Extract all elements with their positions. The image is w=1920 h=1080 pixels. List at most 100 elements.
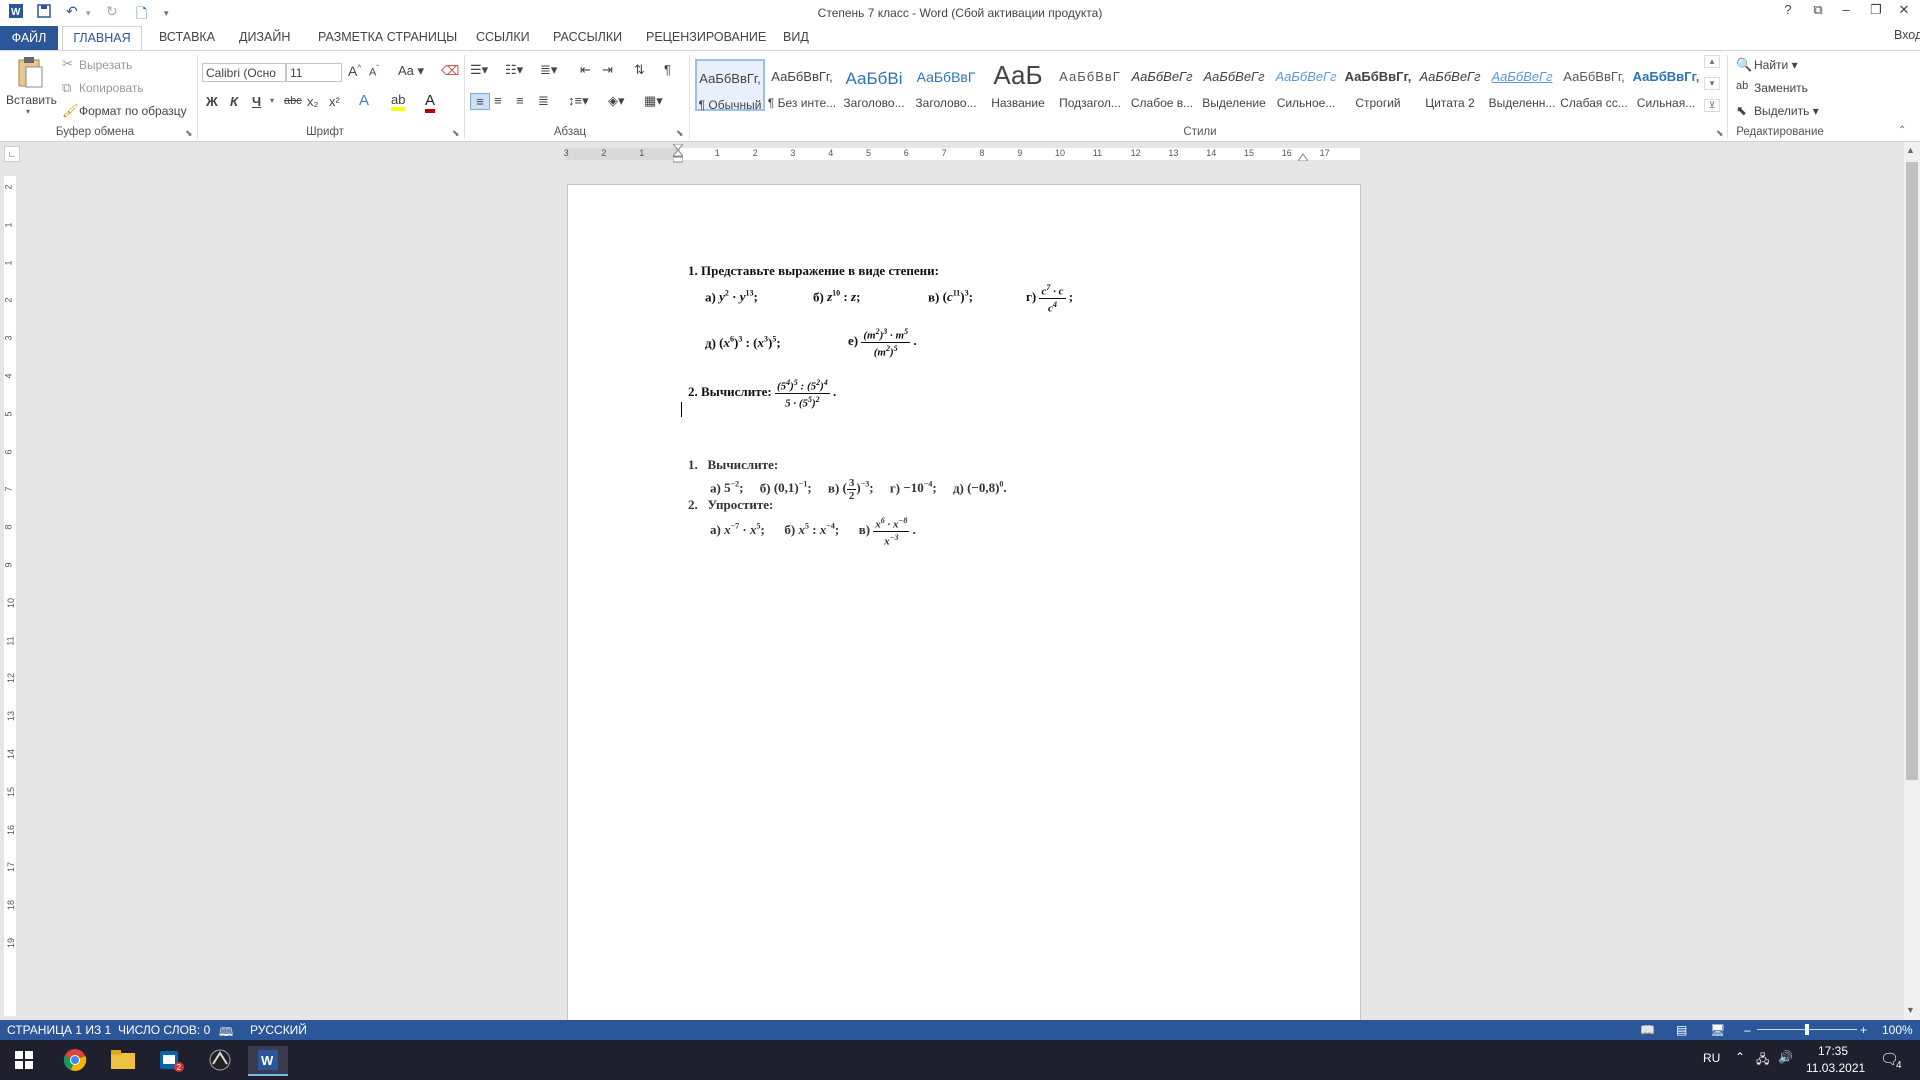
tab-layout[interactable]: РАЗМЕТКА СТРАНИЦЫ bbox=[316, 30, 459, 44]
tab-review[interactable]: РЕЦЕНЗИРОВАНИЕ bbox=[644, 30, 768, 44]
collapse-ribbon-icon[interactable]: ⌃ bbox=[1898, 125, 1906, 136]
chrome-icon[interactable] bbox=[55, 1046, 95, 1074]
underline-button[interactable]: Ч bbox=[252, 94, 261, 109]
bold-button[interactable]: Ж bbox=[206, 94, 218, 109]
zoom-slider-thumb[interactable] bbox=[1805, 1024, 1809, 1035]
style-item[interactable]: АаБбВвГг, ¶ Без инте... bbox=[767, 59, 837, 111]
volume-icon[interactable]: 🔊 bbox=[1778, 1050, 1793, 1064]
style-item[interactable]: АаБбВвГ Подзагол... bbox=[1055, 59, 1125, 111]
vertical-ruler[interactable]: 2 1 1 2 3 4 5 6 7 8 9 10 11 12 13 14 15 16 17 18 19 bbox=[4, 176, 16, 1016]
tab-file[interactable]: ФАЙЛ bbox=[0, 26, 58, 50]
scroll-up-icon[interactable]: ▲ bbox=[1906, 145, 1915, 155]
shrink-font-icon[interactable]: Aˇ bbox=[369, 64, 379, 79]
paragraph-launcher-icon[interactable]: ⬊ bbox=[676, 128, 684, 139]
style-item[interactable]: АаБбВвГг, Строгий bbox=[1343, 59, 1413, 111]
align-left-icon[interactable]: ≡ bbox=[470, 93, 490, 110]
sign-in-link[interactable]: Вход bbox=[1892, 28, 1920, 42]
copy-button[interactable]: Копировать bbox=[79, 81, 144, 95]
bullets-icon[interactable]: ☰▾ bbox=[470, 62, 488, 78]
subscript-button[interactable]: x₂ bbox=[307, 94, 319, 109]
style-item[interactable]: АаБбВі Заголово... bbox=[839, 59, 909, 111]
scrollbar-thumb[interactable] bbox=[1906, 162, 1918, 780]
zoom-in-icon[interactable]: + bbox=[1860, 1023, 1867, 1037]
multilevel-list-icon[interactable]: ≣▾ bbox=[540, 62, 557, 78]
style-item[interactable]: АаБбВеГг Слабое в... bbox=[1127, 59, 1197, 111]
shading-icon[interactable]: ◈▾ bbox=[608, 93, 625, 109]
italic-button[interactable]: К bbox=[230, 94, 238, 109]
borders-icon[interactable]: ▦▾ bbox=[644, 93, 663, 109]
word-count[interactable]: ЧИСЛО СЛОВ: 0 bbox=[118, 1023, 210, 1037]
style-item[interactable]: АаБбВеГг Сильное... bbox=[1271, 59, 1341, 111]
clock-date[interactable]: 11.03.2021 bbox=[1806, 1061, 1865, 1075]
language[interactable]: РУССКИЙ bbox=[250, 1023, 307, 1037]
outlook-app-icon[interactable]: 2 bbox=[151, 1046, 191, 1074]
tab-mailings[interactable]: РАССЫЛКИ bbox=[551, 30, 624, 44]
input-language[interactable]: RU bbox=[1703, 1051, 1720, 1065]
change-case-icon[interactable]: Aa ▾ bbox=[398, 63, 424, 79]
tab-home[interactable]: ГЛАВНАЯ bbox=[62, 26, 142, 50]
select-icon[interactable]: ⬉ bbox=[1736, 103, 1747, 119]
superscript-button[interactable]: x² bbox=[329, 94, 340, 109]
right-indent-marker-icon[interactable] bbox=[1297, 150, 1309, 162]
copy-icon[interactable]: ⧉ bbox=[62, 80, 71, 96]
decrease-indent-icon[interactable]: ⇤ bbox=[580, 62, 591, 78]
style-item[interactable]: АаБбВеГг Выделенн... bbox=[1487, 59, 1557, 111]
paste-button[interactable]: Вставить bbox=[6, 93, 57, 107]
font-name-combo[interactable]: Calibri (Осно bbox=[202, 63, 286, 82]
replace-button[interactable]: Заменить bbox=[1754, 81, 1808, 95]
underline-dropdown-icon[interactable]: ▾ bbox=[270, 96, 274, 105]
indent-marker-icon[interactable] bbox=[671, 143, 685, 164]
grow-font-icon[interactable]: A^ bbox=[348, 63, 361, 79]
zoom-out-icon[interactable]: – bbox=[1744, 1023, 1751, 1037]
clock-time[interactable]: 17:35 bbox=[1818, 1044, 1848, 1058]
font-size-combo[interactable]: 11 bbox=[286, 63, 342, 82]
document-page[interactable]: 1. Представьте выражение в виде степени:… bbox=[567, 184, 1361, 1022]
network-icon[interactable]: 🖧 bbox=[1756, 1050, 1769, 1071]
print-layout-icon[interactable]: ▤ bbox=[1676, 1023, 1687, 1037]
increase-indent-icon[interactable]: ⇥ bbox=[602, 62, 613, 78]
minimize-button[interactable]: – bbox=[1832, 2, 1860, 17]
restore-button[interactable]: ❐ bbox=[1862, 2, 1890, 18]
font-color-icon[interactable]: A bbox=[425, 92, 436, 113]
zoom-level[interactable]: 100% bbox=[1882, 1023, 1913, 1037]
text-effects-icon[interactable]: A bbox=[359, 92, 369, 109]
numbering-icon[interactable]: ☷▾ bbox=[505, 62, 523, 78]
format-painter-icon[interactable]: 🖌 bbox=[62, 103, 79, 119]
clipboard-paste-icon[interactable] bbox=[12, 55, 46, 89]
style-item[interactable]: АаБбВвГг, Сильная... bbox=[1631, 59, 1701, 111]
paste-dropdown-icon[interactable]: ▾ bbox=[26, 107, 30, 116]
style-item[interactable]: АаБбВеГг Цитата 2 bbox=[1415, 59, 1485, 111]
tab-view[interactable]: ВИД bbox=[781, 30, 811, 44]
format-painter-button[interactable]: Формат по образцу bbox=[79, 104, 187, 118]
style-item[interactable]: АаБбВеГг Выделение bbox=[1199, 59, 1269, 111]
style-item[interactable]: АаБ Название bbox=[983, 59, 1053, 111]
style-item[interactable]: АаБбВвГ Заголово... bbox=[911, 59, 981, 111]
start-windows-icon[interactable] bbox=[4, 1046, 44, 1074]
tab-selector-icon[interactable]: ∟ bbox=[4, 146, 20, 162]
style-item[interactable]: АаБбВвГг, Слабая сс... bbox=[1559, 59, 1629, 111]
select-button[interactable]: Выделить ▾ bbox=[1754, 104, 1819, 118]
find-button[interactable]: Найти ▾ bbox=[1754, 58, 1798, 72]
word-taskbar-icon[interactable]: W bbox=[248, 1046, 288, 1076]
read-mode-icon[interactable]: 📖 bbox=[1640, 1023, 1655, 1037]
tab-design[interactable]: ДИЗАЙН bbox=[237, 30, 292, 44]
sort-icon[interactable]: ⇅ bbox=[634, 62, 645, 78]
page-count[interactable]: СТРАНИЦА 1 ИЗ 1 bbox=[7, 1023, 111, 1037]
justify-icon[interactable]: ≣ bbox=[538, 93, 549, 109]
file-explorer-icon[interactable] bbox=[103, 1046, 143, 1074]
help-button[interactable]: ? bbox=[1774, 2, 1802, 17]
line-spacing-icon[interactable]: ↕≡▾ bbox=[568, 93, 589, 109]
close-button[interactable]: ✕ bbox=[1890, 2, 1918, 18]
align-center-icon[interactable]: ≡ bbox=[494, 93, 502, 108]
web-layout-icon[interactable]: 🖥 bbox=[1710, 1023, 1725, 1037]
clipboard-launcher-icon[interactable]: ⬊ bbox=[185, 128, 193, 139]
ribbon-options-icon[interactable]: ⧉ bbox=[1804, 2, 1832, 18]
styles-scroll-up-icon[interactable]: ▴ bbox=[1704, 55, 1720, 68]
game-app-icon[interactable] bbox=[200, 1046, 240, 1074]
replace-icon[interactable]: ab bbox=[1736, 80, 1748, 92]
strikethrough-button[interactable]: abc bbox=[284, 95, 302, 107]
tab-insert[interactable]: ВСТАВКА bbox=[157, 30, 217, 44]
clear-formatting-icon[interactable]: ⌫ bbox=[441, 63, 459, 79]
font-launcher-icon[interactable]: ⬊ bbox=[452, 128, 460, 139]
show-marks-icon[interactable]: ¶ bbox=[664, 62, 671, 77]
